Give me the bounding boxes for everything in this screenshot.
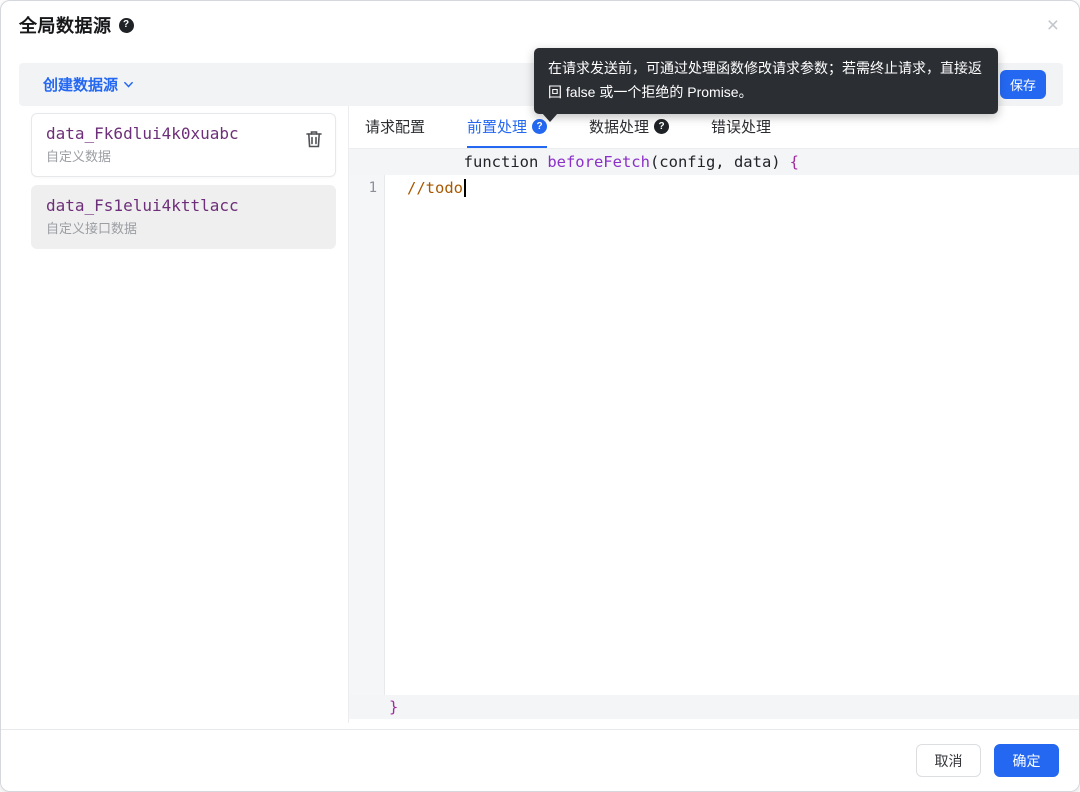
code-open-brace: { xyxy=(790,153,799,171)
tab-label: 错误处理 xyxy=(711,116,771,137)
chevron-down-icon xyxy=(123,79,134,90)
code-editor[interactable]: 1 function beforeFetch(config, data) { //t… xyxy=(349,149,1079,719)
line-number: 1 xyxy=(349,175,377,201)
cancel-button[interactable]: 取消 xyxy=(916,744,981,777)
code-keyword: function xyxy=(464,153,539,171)
editor-gutter xyxy=(349,149,385,719)
code-footer-line: } xyxy=(349,695,1079,719)
text-cursor xyxy=(464,179,466,197)
datasource-item[interactable]: data_Fs1elui4kttlacc 自定义接口数据 xyxy=(31,185,336,249)
code-header-line: function beforeFetch(config, data) { xyxy=(349,149,1079,175)
close-icon[interactable]: × xyxy=(1047,15,1059,36)
save-button[interactable]: 保存 xyxy=(1000,70,1046,99)
datasource-name: data_Fk6dlui4k0xuabc xyxy=(46,124,321,143)
modal-footer: 取消 确定 xyxy=(1,730,1079,791)
tab-label: 前置处理 xyxy=(467,116,527,137)
global-datasource-modal: 全局数据源 ? × 创建数据源 保存 data_Fk6dlui4k0xuabc … xyxy=(0,0,1080,792)
datasource-type: 自定义数据 xyxy=(46,146,321,165)
trash-icon xyxy=(305,129,323,149)
tab-label: 数据处理 xyxy=(589,116,649,137)
code-function-name: beforeFetch xyxy=(547,153,650,171)
title-help-icon[interactable]: ? xyxy=(119,18,134,33)
code-empty-area[interactable] xyxy=(349,201,1079,695)
datasource-type: 自定义接口数据 xyxy=(46,218,321,237)
tab-label: 请求配置 xyxy=(365,116,425,137)
modal-header: 全局数据源 ? xyxy=(1,1,1079,49)
datasource-name: data_Fs1elui4kttlacc xyxy=(46,196,321,215)
datasource-item[interactable]: data_Fk6dlui4k0xuabc 自定义数据 xyxy=(31,113,336,177)
datasource-list: data_Fk6dlui4k0xuabc 自定义数据 data_Fs1elui4… xyxy=(19,106,349,723)
code-close-brace: } xyxy=(389,698,398,716)
code-params: (config, data) xyxy=(650,153,781,171)
delete-datasource-button[interactable] xyxy=(305,129,323,149)
confirm-button[interactable]: 确定 xyxy=(994,744,1059,777)
page-title: 全局数据源 xyxy=(19,12,112,38)
create-datasource-label: 创建数据源 xyxy=(43,74,118,95)
code-comment: //todo xyxy=(407,179,463,197)
tooltip-text: 在请求发送前，可通过处理函数修改请求参数；若需终止请求，直接返回 false 或… xyxy=(548,60,982,100)
data-processing-help-icon[interactable]: ? xyxy=(654,119,669,134)
tooltip-arrow xyxy=(542,113,558,122)
help-tooltip: 在请求发送前，可通过处理函数修改请求参数；若需终止请求，直接返回 false 或… xyxy=(534,48,998,114)
create-datasource-button[interactable]: 创建数据源 xyxy=(43,74,134,95)
code-line-1[interactable]: //todo xyxy=(349,175,1079,201)
